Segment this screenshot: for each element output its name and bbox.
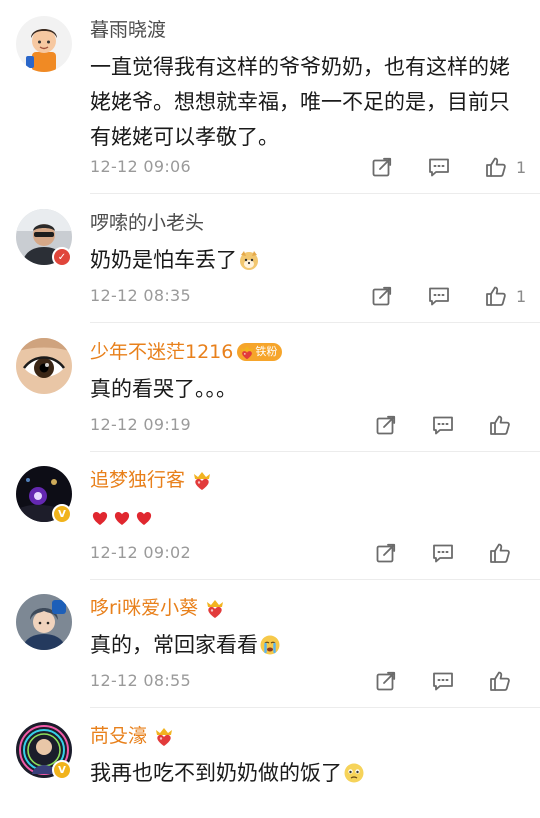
divider [90, 451, 540, 452]
forward-button[interactable] [370, 284, 394, 308]
divider [90, 193, 540, 194]
timestamp: 12-12 09:19 [90, 415, 191, 434]
like-button[interactable]: 1 [484, 155, 526, 179]
username[interactable]: 暮雨晓渡 [90, 18, 166, 42]
comment-text: 真的看哭了。。。 [90, 377, 237, 401]
like-button[interactable] [488, 413, 512, 437]
cartoon-boy-avatar[interactable] [16, 16, 72, 72]
verified-badge: V [52, 760, 72, 780]
share-square-icon [372, 286, 392, 306]
action-bar: 1 [370, 155, 526, 179]
comment-item: 少年不迷茫1216 铁粉 真的看哭了。。。 12-12 09:19 [0, 338, 540, 452]
comment-button[interactable] [431, 541, 455, 565]
comment-button[interactable] [431, 413, 455, 437]
red-heart-crown-vip-icon [156, 728, 173, 746]
action-bar: 1 [370, 284, 526, 308]
comment-button[interactable] [427, 155, 451, 179]
comment-item: ✓ 啰嗦的小老头 奶奶是怕车丢了 12-12 08:35 1 [0, 209, 540, 323]
comment-button[interactable] [431, 669, 455, 693]
divider [90, 322, 540, 323]
sad-emoji [343, 760, 365, 795]
divider [90, 579, 540, 580]
timestamp: 12-12 09:02 [90, 543, 191, 562]
username[interactable]: 追梦独行客 [90, 468, 213, 492]
red-heart-crown-vip-icon [194, 472, 211, 490]
like-button[interactable] [488, 541, 512, 565]
thumbs-up-icon [490, 543, 510, 563]
verified-badge: ✓ [52, 247, 72, 267]
comment-text: 真的，常回家看看 [90, 628, 525, 667]
thumbs-up-icon [490, 415, 510, 435]
action-bar [374, 669, 512, 693]
anime-boy-avatar[interactable] [16, 594, 72, 650]
comment-item: V 苘殳濠 我再也吃不到奶奶做的饭了 [0, 722, 540, 818]
thumbs-up-icon [486, 157, 506, 177]
comment-text-content: 真的，常回家看看 [90, 633, 258, 657]
username-text[interactable]: 少年不迷茫1216 [90, 340, 233, 364]
comment-text [90, 500, 525, 535]
timestamp: 12-12 09:06 [90, 157, 191, 176]
comment-button[interactable] [427, 284, 451, 308]
three-red-hearts [90, 507, 154, 527]
forward-button[interactable] [374, 413, 398, 437]
crying-emoji [259, 632, 281, 667]
share-square-icon [376, 671, 396, 691]
thumbs-up-icon [490, 671, 510, 691]
comment-text: 我再也吃不到奶奶做的饭了 [90, 756, 525, 795]
like-button[interactable]: 1 [484, 284, 526, 308]
red-heart-crown-vip-icon [207, 600, 224, 618]
verified-badge: V [52, 504, 72, 524]
comment-text-content: 我再也吃不到奶奶做的饭了 [90, 761, 342, 785]
timestamp: 12-12 08:55 [90, 671, 191, 690]
username[interactable]: 啰嗦的小老头 [90, 211, 204, 235]
comment-item: V 追梦独行客 12-12 09:02 [0, 466, 540, 580]
comment-text: 一直觉得我有这样的爷爷奶奶，也有这样的姥姥姥爷。想想就幸福，唯一不足的是，目前只… [90, 55, 510, 149]
like-count: 1 [516, 286, 527, 306]
username[interactable]: 少年不迷茫1216 铁粉 [90, 340, 283, 364]
divider [90, 707, 540, 708]
like-count: 1 [516, 157, 527, 177]
action-bar [374, 541, 512, 565]
thumbs-up-icon [486, 286, 506, 306]
comment-text-content: 奶奶是怕车丢了 [90, 248, 237, 272]
comment-bubble-icon [429, 287, 449, 306]
comment-bubble-icon [433, 416, 453, 435]
comment-bubble-icon [429, 158, 449, 177]
share-square-icon [376, 415, 396, 435]
comment-bubble-icon [433, 672, 453, 691]
comment-text: 奶奶是怕车丢了 [90, 243, 525, 282]
username[interactable]: 哆ri咪爱小葵 [90, 596, 226, 620]
red-heart-crown-vip-icon [241, 346, 254, 360]
eye-closeup-avatar[interactable] [16, 338, 72, 394]
doge-emoji [238, 247, 260, 282]
like-button[interactable] [488, 669, 512, 693]
username-text[interactable]: 啰嗦的小老头 [90, 211, 204, 235]
forward-button[interactable] [370, 155, 394, 179]
username-text[interactable]: 暮雨晓渡 [90, 18, 166, 42]
comment-bubble-icon [433, 544, 453, 563]
action-bar [374, 413, 512, 437]
username-text[interactable]: 苘殳濠 [90, 724, 147, 748]
share-square-icon [372, 157, 392, 177]
username-text[interactable]: 哆ri咪爱小葵 [90, 596, 198, 620]
username-text[interactable]: 追梦独行客 [90, 468, 185, 492]
comment-item: 暮雨晓渡 一直觉得我有这样的爷爷奶奶，也有这样的姥姥姥爷。想想就幸福，唯一不足的… [0, 16, 540, 194]
timestamp: 12-12 08:35 [90, 286, 191, 305]
fan-badge-label: 铁粉 [255, 345, 278, 358]
username[interactable]: 苘殳濠 [90, 724, 175, 748]
share-square-icon [376, 543, 396, 563]
fan-badge: 铁粉 [237, 343, 283, 361]
forward-button[interactable] [374, 669, 398, 693]
forward-button[interactable] [374, 541, 398, 565]
comment-item: 哆ri咪爱小葵 真的，常回家看看 12-12 08:55 [0, 594, 540, 708]
